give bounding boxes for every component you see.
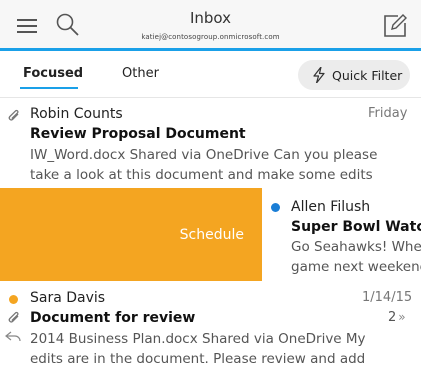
paperclip-icon: [8, 311, 19, 323]
chevron-right-icon: »: [398, 310, 406, 324]
tab-focused[interactable]: Focused: [23, 66, 83, 81]
list-item[interactable]: Robin Counts Friday Review Proposal Docu…: [0, 98, 421, 188]
tab-other[interactable]: Other: [122, 66, 159, 81]
tab-focused-indicator: [20, 87, 78, 89]
paperclip-icon: [8, 109, 19, 121]
thread-count-value: 2: [388, 310, 397, 325]
mail-sender: Robin Counts: [30, 106, 123, 122]
quick-filter-label: Quick Filter: [332, 68, 403, 83]
mail-preview: IW_Word.docx Shared via OneDrive Can you…: [30, 147, 378, 163]
mail-preview: game next weekenc: [291, 259, 421, 275]
schedule-swipe-action[interactable]: Schedule: [0, 188, 262, 281]
mail-preview: edits are in the document. Please review…: [30, 351, 366, 367]
mail-preview: 2014 Business Plan.docx Shared via OneDr…: [30, 331, 366, 347]
schedule-label: Schedule: [179, 227, 244, 243]
list-item[interactable]: Sara Davis 1/14/15 Document for review 2…: [0, 281, 421, 378]
mail-date: 1/14/15: [362, 290, 413, 305]
mail-subject: Review Proposal Document: [30, 126, 246, 142]
mail-subject: Document for review: [30, 310, 196, 326]
lightning-icon: [313, 67, 325, 83]
mail-date: Friday: [368, 106, 408, 121]
quick-filter-button[interactable]: Quick Filter: [298, 60, 410, 90]
inbox-tabs: Focused Other Quick Filter: [0, 51, 421, 98]
flag-indicator: [9, 295, 18, 304]
unread-indicator: [271, 203, 280, 212]
page-title: Inbox: [189, 9, 232, 27]
account-email: katiej@contosogroup.onmicrosoft.com: [141, 33, 280, 41]
swiped-list-item[interactable]: Schedule Allen Filush Super Bowl Watch G…: [0, 188, 421, 281]
mail-sender: Allen Filush: [291, 199, 371, 215]
mail-sender: Sara Davis: [30, 290, 106, 306]
mail-preview: Go Seahawks! Whe: [291, 239, 421, 255]
mail-subject: Super Bowl Watch: [291, 219, 421, 235]
mail-preview: take a look at this document and make so…: [30, 167, 373, 183]
thread-count: 2»: [388, 310, 406, 325]
compose-icon[interactable]: [382, 13, 408, 39]
app-header: Inbox katiej@contosogroup.onmicrosoft.co…: [0, 0, 421, 51]
reply-icon: [5, 331, 21, 342]
